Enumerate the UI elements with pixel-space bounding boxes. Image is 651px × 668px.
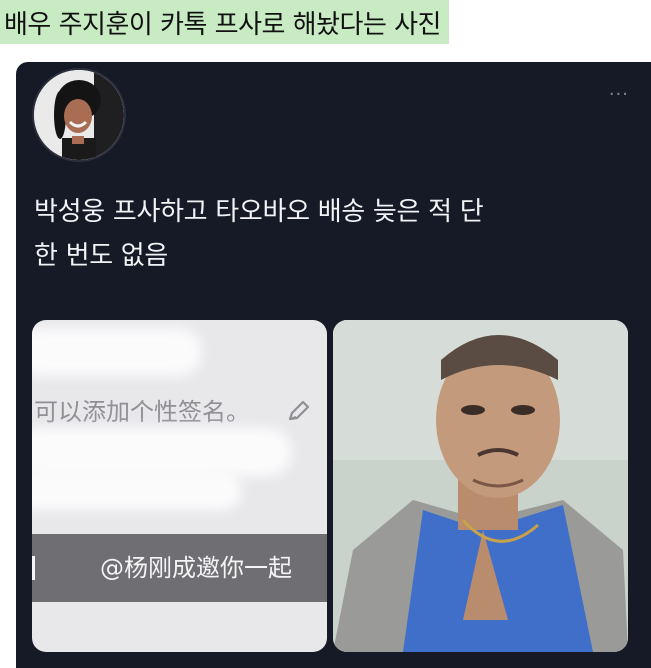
post-caption: 배우 주지훈이 카톡 프사로 해놨다는 사진 [0, 0, 449, 44]
more-options-icon[interactable]: ··· [609, 84, 629, 105]
tweet-card[interactable]: ··· 박성웅 프사하고 타오바오 배송 늦은 적 단 한 번도 없음 可以添加… [16, 62, 651, 668]
tweet-text: 박성웅 프사하고 타오바오 배송 늦은 적 단 한 번도 없음 [34, 190, 604, 278]
tweet-text-line-2: 한 번도 없음 [34, 241, 169, 271]
media-grid: 可以添加个性签名。 @杨刚成邀你一起 [32, 320, 628, 652]
avatar-photo [34, 70, 124, 160]
bar-mark [32, 556, 35, 580]
portrait-photo [333, 320, 628, 652]
media-image-left[interactable]: 可以添加个性签名。 @杨刚成邀你一起 [32, 320, 327, 652]
pencil-icon [288, 400, 310, 421]
signature-text: 可以添加个性签名。 [34, 398, 250, 426]
blur-redaction [32, 470, 242, 510]
mention-text: @杨刚成邀你一起 [100, 554, 292, 582]
blur-redaction [32, 428, 292, 476]
mention-bar: @杨刚成邀你一起 [32, 534, 327, 602]
profile-avatar[interactable] [32, 68, 126, 162]
blur-redaction [32, 328, 202, 376]
media-image-right[interactable] [333, 320, 628, 652]
tweet-text-line-1: 박성웅 프사하고 타오바오 배송 늦은 적 단 [34, 197, 484, 227]
